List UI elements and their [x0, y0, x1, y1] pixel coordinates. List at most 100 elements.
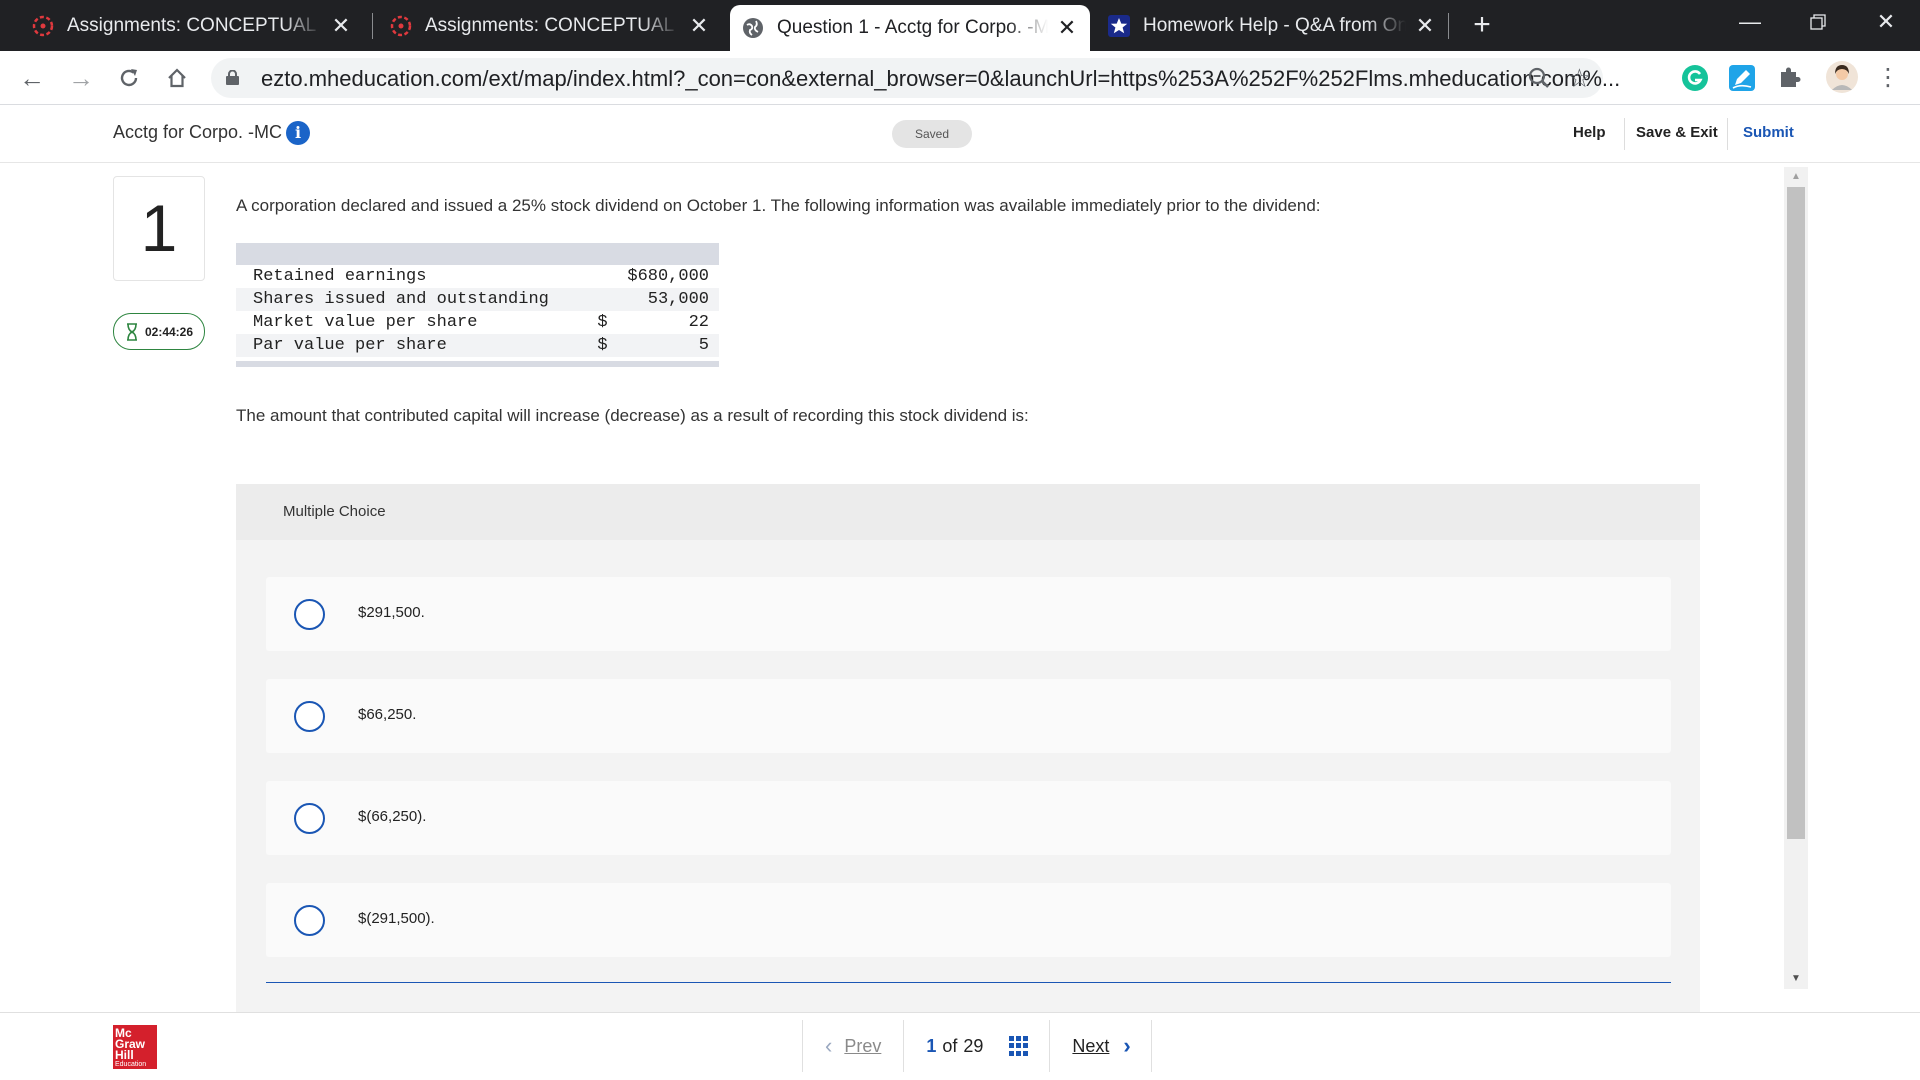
close-icon[interactable]: ✕ [1054, 15, 1080, 41]
choice-text: $66,250. [358, 706, 417, 723]
row-currency: $ [580, 334, 611, 357]
close-icon[interactable]: ✕ [1412, 13, 1438, 39]
chevron-left-icon: ‹ [825, 1033, 833, 1058]
canvas-icon [388, 13, 414, 39]
row-label: Retained earnings [253, 267, 427, 286]
pen-extension-icon[interactable] [1728, 64, 1756, 92]
data-table: Retained earnings $680,000 Shares issued… [236, 265, 719, 357]
table-footer-bar [236, 361, 719, 367]
close-icon[interactable]: ✕ [328, 13, 354, 39]
prev-label: Prev [844, 1035, 882, 1056]
next-button[interactable]: Next › [1050, 1033, 1150, 1059]
header-divider [1727, 118, 1728, 150]
grammarly-icon[interactable] [1681, 64, 1709, 92]
tab-title: Question 1 - Acctg for Corpo. -MC [777, 17, 1048, 38]
minimize-icon[interactable]: — [1720, 0, 1780, 44]
new-tab-plus-icon[interactable]: + [1466, 9, 1498, 41]
multiple-choice-header: Multiple Choice [236, 484, 1700, 540]
home-icon[interactable] [159, 60, 195, 96]
row-label: Market value per share [253, 313, 478, 332]
browser-toolbar: ← → ezto.mheducation.com/ext/map/index.h… [0, 51, 1920, 105]
tab-title: Homework Help - Q&A from Onl [1143, 14, 1406, 36]
logo-text: Hill [115, 1048, 134, 1062]
save-exit-link[interactable]: Save & Exit [1636, 124, 1718, 141]
row-label: Shares issued and outstanding [236, 288, 581, 311]
scroll-up-arrow-icon[interactable]: ▲ [1784, 169, 1808, 185]
close-icon[interactable]: ✕ [686, 13, 712, 39]
focus-outline-edge [266, 982, 1671, 983]
row-label: Par value per share [236, 334, 581, 357]
prev-button[interactable]: ‹ Prev [803, 1033, 903, 1059]
row-value: 5 [610, 334, 719, 357]
restore-icon[interactable] [1788, 0, 1848, 44]
choice-option-a[interactable]: $291,500. [266, 577, 1671, 651]
question-number: 1 [113, 176, 205, 281]
mcgraw-hill-logo: Mc Graw Hill Education [113, 1025, 157, 1069]
globe-icon [740, 15, 766, 41]
info-icon[interactable]: i [286, 121, 310, 145]
table-row: Market value per share $ 22 [236, 311, 719, 334]
timer-text: 02:44:26 [144, 324, 194, 339]
tab-divider [1448, 13, 1449, 39]
browser-tab-2[interactable]: Assignments: CONCEPTUAL FRAM ✕ [378, 0, 722, 51]
grid-icon[interactable] [1009, 1036, 1029, 1056]
tab-title: Assignments: CONCEPTUAL FRAM [67, 14, 322, 36]
scrollbar[interactable]: ▲ ▼ [1784, 167, 1808, 989]
chevron-right-icon: › [1123, 1033, 1131, 1058]
forward-arrow-icon[interactable]: → [63, 60, 99, 96]
row-currency [580, 265, 610, 288]
table-row: Retained earnings $680,000 [236, 265, 719, 288]
help-link[interactable]: Help [1573, 124, 1606, 141]
choice-text: $(66,250). [358, 808, 427, 825]
question-prompt: The amount that contributed capital will… [236, 406, 1029, 425]
scrollbar-thumb[interactable] [1787, 187, 1805, 839]
choice-text: $291,500. [358, 604, 425, 621]
pagination: ‹ Prev 1 of 29 Next › [802, 1013, 1152, 1079]
row-currency: $ [597, 313, 608, 332]
hourglass-icon [126, 322, 137, 341]
page-counter[interactable]: 1 of 29 [904, 1036, 1049, 1057]
tab-divider [372, 13, 373, 39]
browser-tab-strip: Assignments: CONCEPTUAL FRAM ✕ Assignmen… [0, 0, 1920, 51]
window-close-icon[interactable]: ✕ [1856, 0, 1916, 44]
choice-option-d[interactable]: $(291,500). [266, 883, 1671, 957]
radio-button[interactable] [294, 905, 325, 936]
browser-menu-icon[interactable]: ⋮ [1870, 60, 1906, 96]
extensions-puzzle-icon[interactable] [1777, 64, 1805, 92]
page-of-label: of [942, 1035, 958, 1056]
course-title: Acctg for Corpo. -MC [113, 122, 283, 142]
footer-bar: Mc Graw Hill Education ‹ Prev 1 of 29 Ne… [0, 1012, 1920, 1080]
browser-tab-3-active[interactable]: Question 1 - Acctg for Corpo. -MC ✕ [730, 5, 1090, 51]
canvas-icon [30, 13, 56, 39]
info-table: Retained earnings $680,000 Shares issued… [236, 243, 719, 367]
profile-avatar[interactable] [1825, 60, 1859, 94]
table-row: Par value per share $ 5 [236, 334, 719, 357]
choice-option-b[interactable]: $66,250. [266, 679, 1671, 753]
question-text: A corporation declared and issued a 25% … [236, 196, 1321, 215]
choice-option-c[interactable]: $(66,250). [266, 781, 1671, 855]
multiple-choice-label: Multiple Choice [283, 503, 386, 520]
table-row: Shares issued and outstanding 53,000 [236, 288, 719, 311]
browser-tab-4[interactable]: Homework Help - Q&A from Onl ✕ [1096, 0, 1448, 51]
radio-button[interactable] [294, 701, 325, 732]
radio-button[interactable] [294, 803, 325, 834]
lock-icon [226, 69, 239, 85]
browser-tab-1[interactable]: Assignments: CONCEPTUAL FRAM ✕ [20, 0, 364, 51]
zoom-out-icon[interactable] [1527, 66, 1551, 90]
row-currency [580, 288, 611, 311]
choice-text: $(291,500). [358, 910, 435, 927]
saved-status-badge: Saved [892, 120, 972, 148]
table-header-bar [236, 243, 719, 265]
multiple-choice-panel: Multiple Choice $291,500. $66,250. $(66,… [236, 484, 1700, 1012]
reload-icon[interactable] [111, 60, 147, 96]
logo-text: Education [115, 1061, 147, 1068]
submit-link[interactable]: Submit [1743, 124, 1794, 141]
scroll-down-arrow-icon[interactable]: ▼ [1784, 971, 1808, 987]
address-bar[interactable]: ezto.mheducation.com/ext/map/index.html?… [211, 58, 1620, 98]
back-arrow-icon[interactable]: ← [14, 60, 50, 96]
bookmark-star-icon[interactable]: ☆ [1568, 64, 1591, 92]
row-value: 22 [688, 313, 709, 332]
row-value: $680,000 [627, 267, 709, 286]
radio-button[interactable] [294, 599, 325, 630]
header-divider [1624, 118, 1625, 150]
